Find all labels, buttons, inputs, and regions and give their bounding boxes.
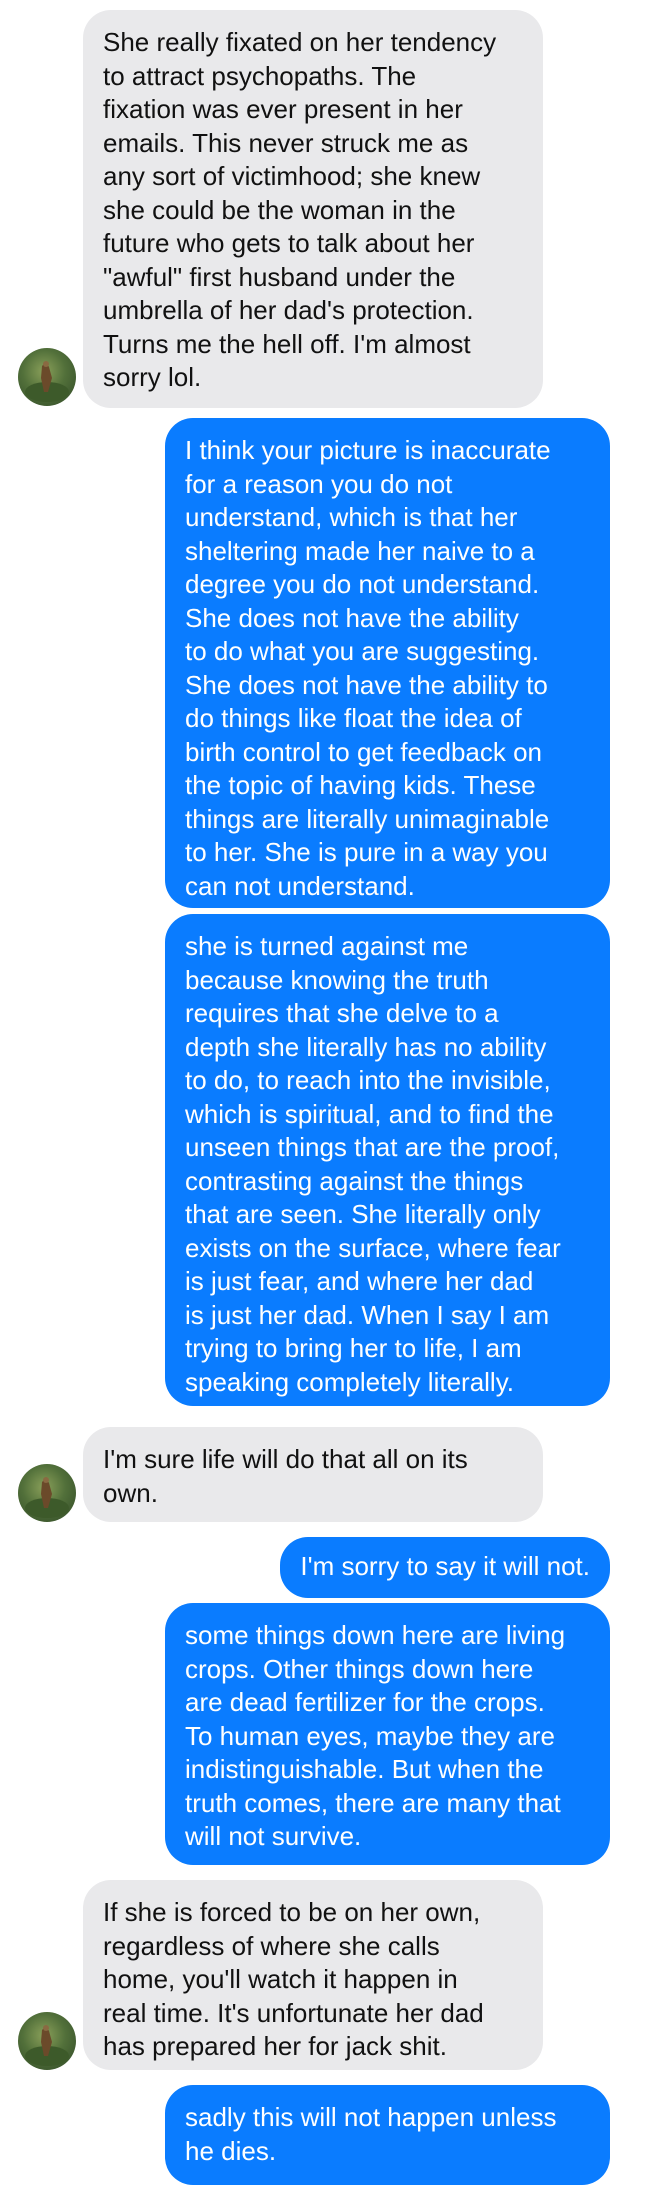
message-bubble-outgoing[interactable]: she is turned against me because knowing…	[165, 914, 610, 1406]
avatar-icon	[25, 361, 69, 402]
message-bubble-incoming[interactable]: If she is forced to be on her own, regar…	[83, 1880, 543, 2070]
message-bubble-outgoing[interactable]: some things down here are living crops. …	[165, 1603, 610, 1865]
message-bubble-outgoing[interactable]: sadly this will not happen unless he die…	[165, 2085, 610, 2185]
message-thread: She really fixated on her tendency to at…	[0, 0, 648, 2189]
contact-avatar[interactable]	[18, 2012, 76, 2070]
contact-avatar[interactable]	[18, 1464, 76, 1522]
message-bubble-incoming[interactable]: I'm sure life will do that all on its ow…	[83, 1427, 543, 1522]
avatar-icon	[25, 2025, 69, 2066]
contact-avatar[interactable]	[18, 348, 76, 406]
message-bubble-outgoing[interactable]: I think your picture is inaccurate for a…	[165, 418, 610, 908]
avatar-icon	[25, 1477, 69, 1518]
message-bubble-outgoing[interactable]: I'm sorry to say it will not.	[280, 1537, 610, 1598]
message-bubble-incoming[interactable]: She really fixated on her tendency to at…	[83, 10, 543, 408]
